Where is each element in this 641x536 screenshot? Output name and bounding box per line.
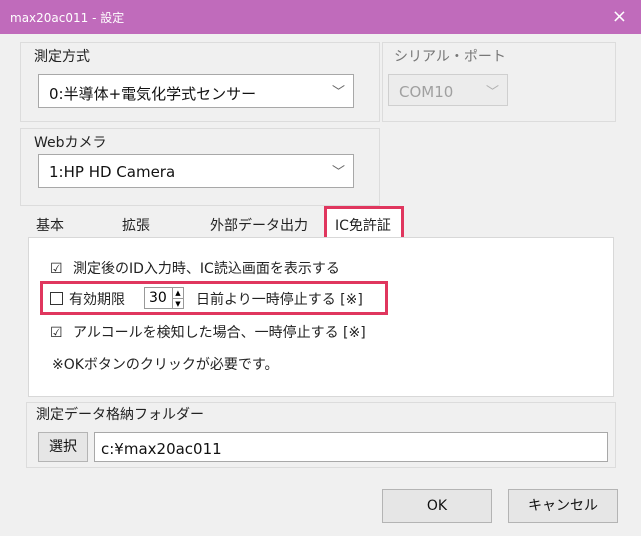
checkbox-unchecked-icon: [50, 292, 63, 305]
serial-value: COM10: [399, 83, 454, 101]
webcam-label: Webカメラ: [34, 135, 107, 151]
chevron-down-icon: ﹀: [331, 85, 345, 100]
folder-label: 測定データ格納フォルダー: [36, 407, 204, 423]
window-title: max20ac011 - 設定: [10, 11, 125, 25]
measurement-select[interactable]: 0:半導体+電気化学式センサー ﹀: [38, 74, 354, 108]
checkbox-checked-icon: ☑: [50, 261, 63, 277]
settings-window: max20ac011 - 設定 × 測定方式 0:半導体+電気化学式センサー ﹀…: [0, 0, 641, 536]
option-alcohol-pause[interactable]: ☑ アルコールを検知した場合、一時停止する [※]: [50, 322, 366, 342]
option-ic-read-screen[interactable]: ☑ 測定後のID入力時、IC読込画面を表示する: [50, 258, 340, 278]
serial-select[interactable]: COM10 ﹀: [388, 74, 508, 106]
spin-down-icon[interactable]: ▼: [172, 298, 183, 309]
serial-label: シリアル・ポート: [394, 49, 506, 65]
chevron-down-icon: ﹀: [485, 85, 499, 100]
ok-click-note: ※OKボタンのクリックが必要です。: [52, 357, 279, 373]
tab-ic-license[interactable]: IC免許証: [324, 206, 404, 240]
option-alcohol-pause-label: アルコールを検知した場合、一時停止する [※]: [73, 325, 366, 341]
folder-path-value: c:¥max20ac011: [101, 440, 222, 458]
folder-path-field[interactable]: c:¥max20ac011: [94, 432, 608, 462]
cancel-button[interactable]: キャンセル: [508, 489, 618, 523]
tab-basic[interactable]: 基本: [36, 215, 64, 235]
expiry-days-value: 30: [149, 290, 167, 306]
checkbox-checked-icon: ☑: [50, 325, 63, 341]
title-bar: max20ac011 - 設定 ×: [0, 0, 641, 34]
expiry-days-stepper[interactable]: 30 ▲ ▼: [144, 287, 184, 309]
tab-external-output[interactable]: 外部データ出力: [210, 215, 308, 235]
expiry-prefix: 有効期限: [69, 292, 125, 308]
option-expiry[interactable]: 有効期限: [50, 289, 125, 309]
webcam-value: 1:HP HD Camera: [49, 163, 176, 181]
spin-up-icon[interactable]: ▲: [172, 288, 183, 298]
close-icon[interactable]: ×: [612, 6, 627, 27]
tab-extended[interactable]: 拡張: [122, 215, 150, 235]
measurement-value: 0:半導体+電気化学式センサー: [49, 85, 257, 103]
ok-button[interactable]: OK: [382, 489, 492, 523]
measurement-label: 測定方式: [34, 49, 90, 65]
webcam-select[interactable]: 1:HP HD Camera ﹀: [38, 154, 354, 188]
select-folder-button[interactable]: 選択: [38, 432, 88, 462]
option-ic-read-screen-label: 測定後のID入力時、IC読込画面を表示する: [73, 261, 340, 277]
expiry-suffix: 日前より一時停止する [※]: [196, 292, 363, 308]
chevron-down-icon: ﹀: [331, 165, 345, 180]
